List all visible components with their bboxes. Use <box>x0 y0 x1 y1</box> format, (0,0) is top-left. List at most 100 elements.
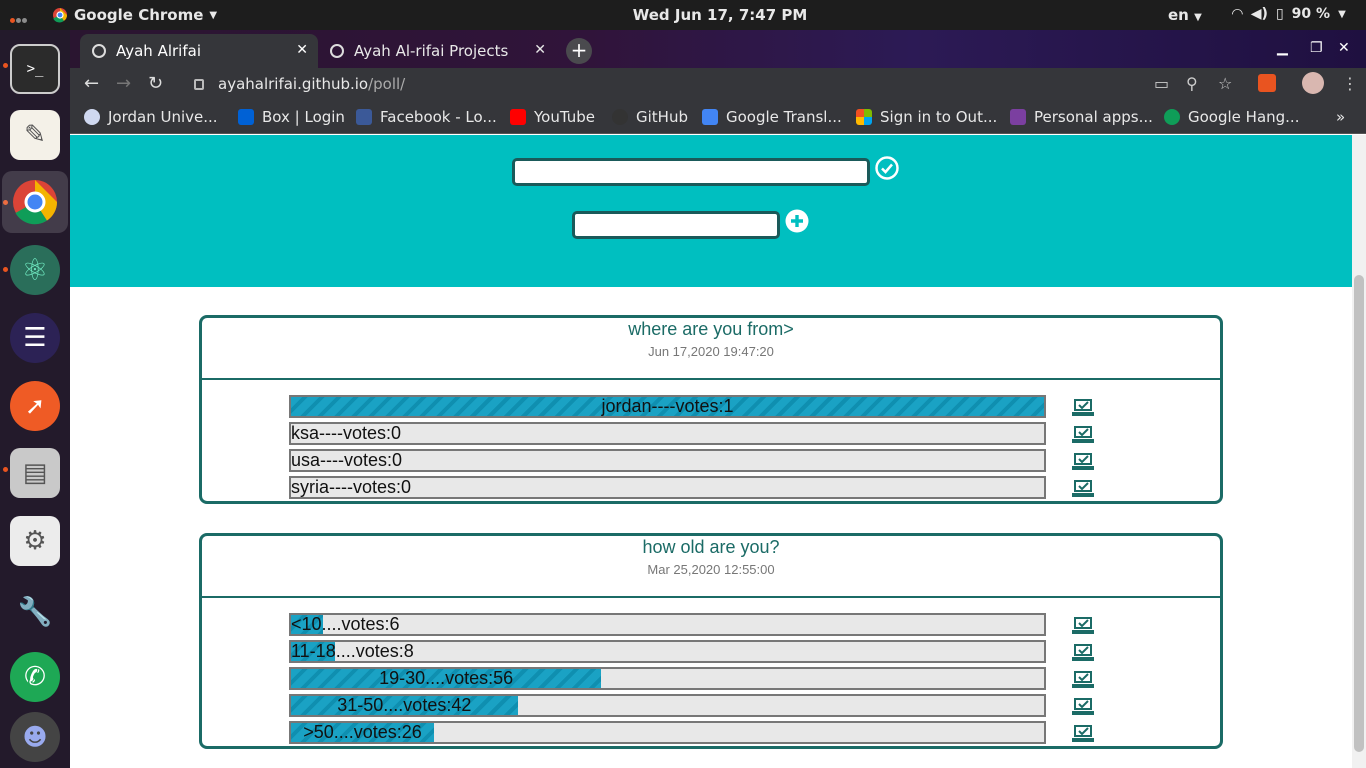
poll-date: Jun 17,2020 19:47:20 <box>648 344 774 359</box>
volume-icon: ◀) <box>1250 6 1268 22</box>
vote-box-icon[interactable] <box>1072 725 1094 743</box>
add-circle-icon[interactable] <box>785 209 809 233</box>
option-label: syria----votes:0 <box>291 477 412 497</box>
zoom-icon[interactable]: ⚲ <box>1186 74 1198 93</box>
bookmark-item[interactable]: Google Transl... <box>702 108 842 126</box>
vote-box-icon[interactable] <box>1072 644 1094 662</box>
jordan-university-icon <box>84 109 100 125</box>
google-translate-icon <box>702 109 718 125</box>
bookmarks-bar: Jordan Unive... Box | Login Facebook - L… <box>70 100 1366 134</box>
close-tab-icon[interactable]: ✕ <box>534 42 546 58</box>
personal-apps-icon <box>1010 109 1026 125</box>
chrome-dock-icon[interactable] <box>2 171 68 233</box>
poll-option: 11-18....votes:8 <box>289 640 1046 663</box>
poll-header: how old are you? Mar 25,2020 12:55:00 <box>202 536 1220 598</box>
vote-box-icon[interactable] <box>1072 617 1094 635</box>
eclipse-icon[interactable]: ☰ <box>10 313 60 363</box>
reload-icon[interactable]: ↻ <box>148 73 163 94</box>
poll-form-header <box>70 135 1352 287</box>
tools-icon[interactable]: 🔧 <box>10 586 60 636</box>
option-label: 11-18....votes:8 <box>291 641 414 661</box>
poll-option: <10....votes:6 <box>289 613 1046 636</box>
maximize-icon[interactable]: ❐ <box>1310 40 1323 56</box>
forward-icon[interactable]: → <box>116 73 131 94</box>
bookmark-label: Google Hang... <box>1188 108 1300 126</box>
battery-level: 90 % <box>1291 6 1331 22</box>
url-host: ayahalrifai.github.io <box>218 75 369 93</box>
tab-title: Ayah Alrifai <box>116 42 201 60</box>
close-tab-icon[interactable]: ✕ <box>296 42 308 58</box>
cast-icon[interactable]: ▭ <box>1154 74 1169 93</box>
facebook-icon <box>356 109 372 125</box>
vote-box-icon[interactable] <box>1072 480 1094 498</box>
bookmark-item[interactable]: GitHub <box>612 108 688 126</box>
vote-box-icon[interactable] <box>1072 698 1094 716</box>
address-bar[interactable]: ayahalrifai.github.io/poll/ <box>190 70 1248 98</box>
running-indicator <box>3 267 8 272</box>
scrollbar-thumb[interactable] <box>1354 275 1364 752</box>
youtube-icon <box>510 109 526 125</box>
poll-question: where are you from> <box>628 319 794 339</box>
chevron-down-icon: ▼ <box>1338 8 1346 20</box>
files-icon[interactable]: ▤ <box>10 448 60 498</box>
poll-option: syria----votes:0 <box>289 476 1046 499</box>
tab-title: Ayah Al-rifai Projects <box>354 42 509 60</box>
globe-icon <box>92 44 106 58</box>
poll-option: jordan----votes:1 <box>289 395 1046 418</box>
bookmark-item[interactable]: Sign in to Out... <box>856 108 997 126</box>
option-label: >50....votes:26 <box>303 722 422 742</box>
scrollbar[interactable] <box>1352 135 1366 768</box>
bookmark-label: Google Transl... <box>726 108 842 126</box>
poll-option: 19-30....votes:56 <box>289 667 1046 690</box>
question-input[interactable] <box>512 158 870 186</box>
vote-box-icon[interactable] <box>1072 399 1094 417</box>
bookmark-item[interactable]: Personal apps... <box>1010 108 1153 126</box>
settings-icon[interactable]: ⚙ <box>10 516 60 566</box>
vote-box-icon[interactable] <box>1072 426 1094 444</box>
atom-icon[interactable]: ⚛ <box>10 245 60 295</box>
bookmark-item[interactable]: Facebook - Lo... <box>356 108 497 126</box>
extension-icon[interactable] <box>1258 74 1276 92</box>
bookmark-label: Jordan Unive... <box>108 108 218 126</box>
globe-icon <box>330 44 344 58</box>
more-bookmarks-icon[interactable]: » <box>1336 108 1345 126</box>
tab-projects[interactable]: Ayah Al-rifai Projects ✕ <box>318 34 556 68</box>
poll-option: usa----votes:0 <box>289 449 1046 472</box>
running-indicator <box>3 467 8 472</box>
bookmark-item[interactable]: Box | Login <box>238 108 345 126</box>
browser-toolbar: ← → ↻ ayahalrifai.github.io/poll/ ▭ ⚲ ☆ … <box>70 68 1366 100</box>
tab-ayah-alrifai[interactable]: Ayah Alrifai ✕ <box>80 34 318 68</box>
close-window-icon[interactable]: ✕ <box>1338 40 1350 56</box>
option-label: 19-30....votes:56 <box>379 668 514 688</box>
vote-box-icon[interactable] <box>1072 671 1094 689</box>
bookmark-star-icon[interactable]: ☆ <box>1218 74 1232 93</box>
input-language[interactable]: en ▼ <box>1168 6 1202 24</box>
menu-icon[interactable]: ⋮ <box>1342 74 1358 93</box>
bookmark-label: YouTube <box>534 108 595 126</box>
text-editor-icon[interactable]: ✎ <box>10 110 60 160</box>
vote-box-icon[interactable] <box>1072 453 1094 471</box>
postman-icon[interactable]: ➚ <box>10 381 60 431</box>
terminal-icon[interactable]: >_ <box>10 44 60 94</box>
phone-icon[interactable]: ✆ <box>10 652 60 702</box>
bookmark-item[interactable]: YouTube <box>510 108 595 126</box>
box-icon <box>238 109 254 125</box>
dock: >_ ✎ ⚛ ☰ ➚ ▤ ⚙ 🔧 ✆ ☻ <box>0 30 70 768</box>
system-menu[interactable]: ◠ ◀) ▯ 90 % ▼ <box>1232 6 1346 22</box>
lock-icon <box>194 78 204 90</box>
language-label: en <box>1168 6 1189 24</box>
avatar-icon[interactable]: ☻ <box>10 712 60 762</box>
bookmark-item[interactable]: Google Hang... <box>1164 108 1299 126</box>
option-input[interactable] <box>572 211 780 239</box>
clock[interactable]: Wed Jun 17, 7:47 PM <box>0 6 1366 24</box>
new-tab-button[interactable]: + <box>566 38 592 64</box>
bookmark-item[interactable]: Jordan Unive... <box>84 108 218 126</box>
poll-date: Mar 25,2020 12:55:00 <box>647 562 775 577</box>
poll-option: ksa----votes:0 <box>289 422 1046 445</box>
profile-avatar[interactable] <box>1302 72 1324 94</box>
option-label: ksa----votes:0 <box>291 423 402 443</box>
bookmark-label: GitHub <box>636 108 688 126</box>
check-circle-icon[interactable] <box>875 156 899 180</box>
minimize-icon[interactable]: ▁ <box>1277 40 1288 56</box>
back-icon[interactable]: ← <box>84 73 99 94</box>
